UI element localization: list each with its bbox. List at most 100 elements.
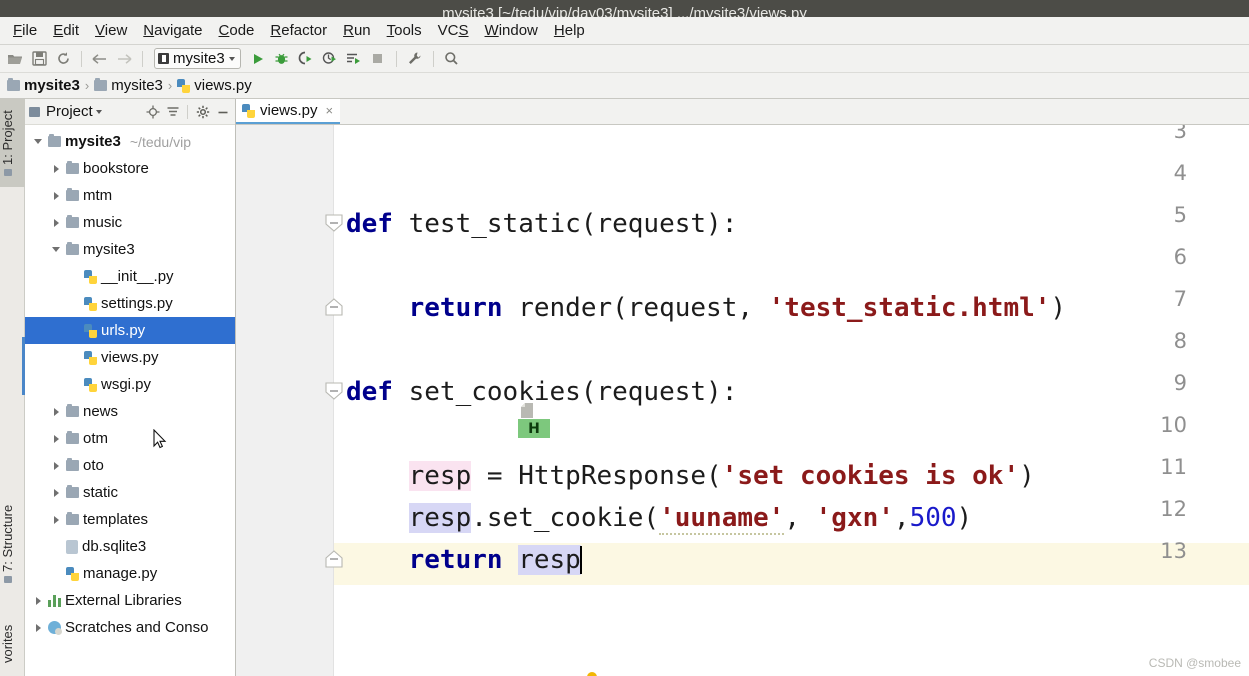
menu-item-tools[interactable]: Tools xyxy=(380,20,429,41)
settings-wrench-icon[interactable] xyxy=(404,48,426,70)
chevron-right-icon[interactable] xyxy=(51,514,62,525)
tree-node[interactable]: mysite3 ~/tedu/vip xyxy=(25,128,235,155)
tree-node[interactable]: news xyxy=(25,398,235,425)
run-icon[interactable] xyxy=(247,48,269,70)
menu-item-window[interactable]: Window xyxy=(478,20,545,41)
html-gutter-badge[interactable]: H xyxy=(518,419,550,438)
menu-item-code[interactable]: Code xyxy=(212,20,262,41)
navigate-forward-icon[interactable] xyxy=(113,48,135,70)
text-caret xyxy=(579,546,582,574)
menu-item-refactor[interactable]: Refactor xyxy=(263,20,334,41)
editor-gutter[interactable] xyxy=(236,125,334,676)
menu-item-run[interactable]: Run xyxy=(336,20,378,41)
tree-node-selected[interactable]: urls.py xyxy=(25,317,235,344)
editor-tab-views-py[interactable]: views.py × xyxy=(236,99,341,124)
chevron-down-icon[interactable] xyxy=(228,56,235,61)
code-fold-marker[interactable] xyxy=(325,298,343,316)
breadcrumb-label: mysite3 xyxy=(111,77,163,94)
sync-refresh-icon[interactable] xyxy=(52,48,74,70)
menu-item-edit[interactable]: Edit xyxy=(46,20,86,41)
gear-icon[interactable] xyxy=(194,103,211,120)
tree-node[interactable]: External Libraries xyxy=(25,587,235,614)
run-configuration-selector[interactable]: mysite3 xyxy=(154,48,241,69)
editor-tab-label: views.py xyxy=(260,102,318,119)
tree-node[interactable]: wsgi.py xyxy=(25,371,235,398)
chevron-right-icon[interactable] xyxy=(51,487,62,498)
tree-node[interactable]: db.sqlite3 xyxy=(25,533,235,560)
tree-node[interactable]: music xyxy=(25,209,235,236)
code-canvas[interactable]: 3 4 5 6 7 8 9 10 11 12 13 H def test_static(reques… xyxy=(236,125,1249,676)
debug-icon[interactable] xyxy=(271,48,293,70)
code-fold-marker[interactable] xyxy=(325,214,343,232)
tree-node[interactable]: mtm xyxy=(25,182,235,209)
code-fold-marker[interactable] xyxy=(325,550,343,568)
menu-item-file[interactable]: File xyxy=(6,20,44,41)
intention-bulb-icon[interactable] xyxy=(585,671,599,676)
run-coverage-icon[interactable] xyxy=(295,48,317,70)
search-everywhere-icon[interactable] xyxy=(441,48,463,70)
breadcrumb-item-views-py[interactable]: views.py xyxy=(177,77,252,94)
save-all-icon[interactable] xyxy=(28,48,50,70)
breadcrumb-item-mysite3[interactable]: mysite3 xyxy=(7,77,80,94)
run-with-console-icon[interactable] xyxy=(343,48,365,70)
folder-icon xyxy=(7,78,20,91)
breadcrumb-item-mysite3[interactable]: mysite3 xyxy=(94,77,163,94)
code-line: resp.set_cookie('uuname', 'gxn',500) xyxy=(346,497,972,539)
tree-node[interactable]: views.py xyxy=(25,344,235,371)
profile-icon[interactable] xyxy=(319,48,341,70)
tree-node-label: wsgi.py xyxy=(101,376,152,393)
sidebar-item-project[interactable]: 1: Project xyxy=(0,99,25,187)
project-panel-title: Project xyxy=(46,103,93,120)
code-token: def xyxy=(346,377,393,407)
chevron-down-icon[interactable] xyxy=(33,136,44,147)
stop-icon[interactable] xyxy=(367,48,389,70)
left-tool-window-strip: 1: Project 7: Structure vorites xyxy=(0,99,25,676)
toolbar-divider xyxy=(395,50,397,67)
chevron-right-icon[interactable] xyxy=(51,190,62,201)
chevron-right-icon[interactable] xyxy=(51,217,62,228)
chevron-right-icon[interactable] xyxy=(33,622,44,633)
tree-node-label: static xyxy=(83,484,119,501)
menu-item-help[interactable]: Help xyxy=(547,20,592,41)
hide-minimize-icon[interactable] xyxy=(214,103,231,120)
chevron-right-icon[interactable] xyxy=(51,433,62,444)
tree-node[interactable]: oto xyxy=(25,452,235,479)
sidebar-item-structure[interactable]: 7: Structure xyxy=(0,489,25,599)
code-fold-marker[interactable] xyxy=(325,382,343,400)
locate-target-icon[interactable] xyxy=(144,103,161,120)
collapse-all-icon[interactable] xyxy=(164,103,181,120)
tree-node[interactable]: settings.py xyxy=(25,290,235,317)
tree-node[interactable]: static xyxy=(25,479,235,506)
menu-item-navigate[interactable]: Navigate xyxy=(136,20,209,41)
code-token: resp xyxy=(518,545,581,575)
tree-node[interactable]: templates xyxy=(25,506,235,533)
tree-node[interactable]: Scratches and Conso xyxy=(25,614,235,641)
python-file-icon xyxy=(242,103,255,118)
python-file-icon xyxy=(177,78,191,93)
chevron-right-icon[interactable] xyxy=(51,406,62,417)
menu-item-vcs[interactable]: VCS xyxy=(431,20,476,41)
tree-node[interactable]: otm xyxy=(25,425,235,452)
breadcrumb-separator: › xyxy=(167,78,173,93)
chevron-right-icon[interactable] xyxy=(33,595,44,606)
tree-node-label: urls.py xyxy=(101,322,146,339)
chevron-right-icon[interactable] xyxy=(51,163,62,174)
chevron-right-icon[interactable] xyxy=(51,460,62,471)
sidebar-item-favorites[interactable]: vorites xyxy=(0,609,25,676)
chevron-down-icon[interactable] xyxy=(95,109,102,114)
tree-node[interactable]: __init__.py xyxy=(25,263,235,290)
close-icon[interactable]: × xyxy=(326,103,334,118)
code-token: def xyxy=(346,209,393,239)
chevron-down-icon[interactable] xyxy=(51,244,62,255)
tree-node[interactable]: mysite3 xyxy=(25,236,235,263)
open-folder-icon[interactable] xyxy=(4,48,26,70)
tree-node[interactable]: bookstore xyxy=(25,155,235,182)
project-tool-window: Project mysite3 ~/tedu/vip bookstore mtm… xyxy=(25,99,236,676)
tree-node[interactable]: manage.py xyxy=(25,560,235,587)
navigate-back-icon[interactable] xyxy=(89,48,111,70)
breadcrumb-label: mysite3 xyxy=(24,77,80,94)
code-token: 'set cookies is ok' xyxy=(721,461,1020,491)
menu-item-view[interactable]: View xyxy=(88,20,134,41)
